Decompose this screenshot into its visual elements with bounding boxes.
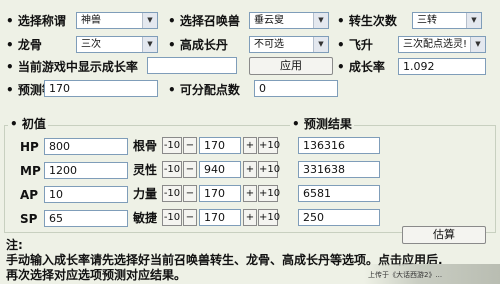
chevron-down-icon: ▼ bbox=[142, 13, 157, 28]
minus-button[interactable]: − bbox=[183, 137, 197, 154]
chevron-down-icon: ▼ bbox=[313, 37, 328, 52]
ascend-select[interactable]: 三次配点选灵! ▼ bbox=[398, 36, 486, 53]
attr-label-gengu: 根骨 bbox=[133, 139, 158, 153]
mp-label: MP bbox=[20, 164, 41, 178]
plus-button[interactable]: + bbox=[243, 209, 257, 226]
alloc-points-field[interactable]: 0 bbox=[254, 80, 338, 97]
hp-input[interactable]: 800 bbox=[44, 138, 128, 155]
attr-input-lingxing[interactable]: 940 bbox=[199, 161, 241, 178]
chevron-down-icon: ▼ bbox=[470, 37, 485, 52]
minus-button[interactable]: − bbox=[183, 185, 197, 202]
hp-label: HP bbox=[20, 140, 39, 154]
initial-section-label: • 初值 bbox=[8, 116, 48, 132]
plus10-button[interactable]: +10 bbox=[258, 209, 280, 226]
summon-select-label: • 选择召唤兽 bbox=[168, 14, 240, 28]
plus10-button[interactable]: +10 bbox=[258, 185, 280, 202]
title-select[interactable]: 神兽 ▼ bbox=[76, 12, 158, 29]
attr-label-minjie: 敏捷 bbox=[133, 211, 158, 225]
minus-button[interactable]: − bbox=[183, 209, 197, 226]
predict-level-input[interactable]: 170 bbox=[44, 80, 158, 97]
minus10-button[interactable]: -10 bbox=[162, 161, 182, 178]
result-hp-field[interactable]: 136316 bbox=[298, 137, 380, 154]
dragon-bone-select[interactable]: 三次 ▼ bbox=[76, 36, 158, 53]
growth-pill-label: • 高成长丹 bbox=[168, 38, 228, 52]
current-growth-label: • 当前游戏中显示成长率 bbox=[6, 60, 138, 74]
note-title: 注: bbox=[6, 238, 23, 252]
mp-input[interactable]: 1200 bbox=[44, 162, 128, 179]
chevron-down-icon: ▼ bbox=[142, 37, 157, 52]
minus10-button[interactable]: -10 bbox=[162, 185, 182, 202]
current-growth-input[interactable] bbox=[147, 57, 237, 74]
chevron-down-icon: ▼ bbox=[466, 13, 481, 28]
growth-rate-label: • 成长率 bbox=[337, 60, 385, 74]
result-ap-field[interactable]: 6581 bbox=[298, 185, 380, 202]
attr-input-minjie[interactable]: 170 bbox=[199, 209, 241, 226]
note-line-2: 再次选择对应选项预测对应结果。 bbox=[6, 268, 187, 282]
attr-input-gengu[interactable]: 170 bbox=[199, 137, 241, 154]
ap-label: AP bbox=[20, 188, 39, 202]
sp-input[interactable]: 65 bbox=[44, 210, 128, 227]
rebirth-select[interactable]: 三转 ▼ bbox=[412, 12, 482, 29]
plus10-button[interactable]: +10 bbox=[258, 161, 280, 178]
apply-button[interactable]: 应用 bbox=[249, 57, 333, 75]
attr-input-liliang[interactable]: 170 bbox=[199, 185, 241, 202]
ap-input[interactable]: 10 bbox=[44, 186, 128, 203]
attr-label-lingxing: 灵性 bbox=[133, 163, 158, 177]
summon-select[interactable]: 垂云叟 ▼ bbox=[249, 12, 329, 29]
sp-label: SP bbox=[20, 212, 38, 226]
plus-button[interactable]: + bbox=[243, 185, 257, 202]
dragon-bone-label: • 龙骨 bbox=[6, 38, 42, 52]
result-mp-field[interactable]: 331638 bbox=[298, 161, 380, 178]
minus-button[interactable]: − bbox=[183, 161, 197, 178]
growth-rate-field[interactable]: 1.092 bbox=[398, 58, 486, 75]
growth-pill-select[interactable]: 不可选 ▼ bbox=[249, 36, 329, 53]
result-section-label: • 预测结果 bbox=[290, 116, 354, 132]
result-sp-field[interactable]: 250 bbox=[298, 209, 380, 226]
plus-button[interactable]: + bbox=[243, 137, 257, 154]
attr-label-liliang: 力量 bbox=[133, 187, 158, 201]
rebirth-select-label: • 转生次数 bbox=[337, 14, 397, 28]
alloc-points-label: • 可分配点数 bbox=[168, 83, 240, 97]
ascend-label: • 飞升 bbox=[337, 38, 373, 52]
minus10-button[interactable]: -10 bbox=[162, 209, 182, 226]
plus-button[interactable]: + bbox=[243, 161, 257, 178]
estimate-button[interactable]: 估算 bbox=[402, 226, 486, 244]
plus10-button[interactable]: +10 bbox=[258, 137, 280, 154]
title-select-label: • 选择称谓 bbox=[6, 14, 66, 28]
minus10-button[interactable]: -10 bbox=[162, 137, 182, 154]
chevron-down-icon: ▼ bbox=[313, 13, 328, 28]
watermark-text: 上传于《大话西游2》... bbox=[368, 271, 443, 279]
